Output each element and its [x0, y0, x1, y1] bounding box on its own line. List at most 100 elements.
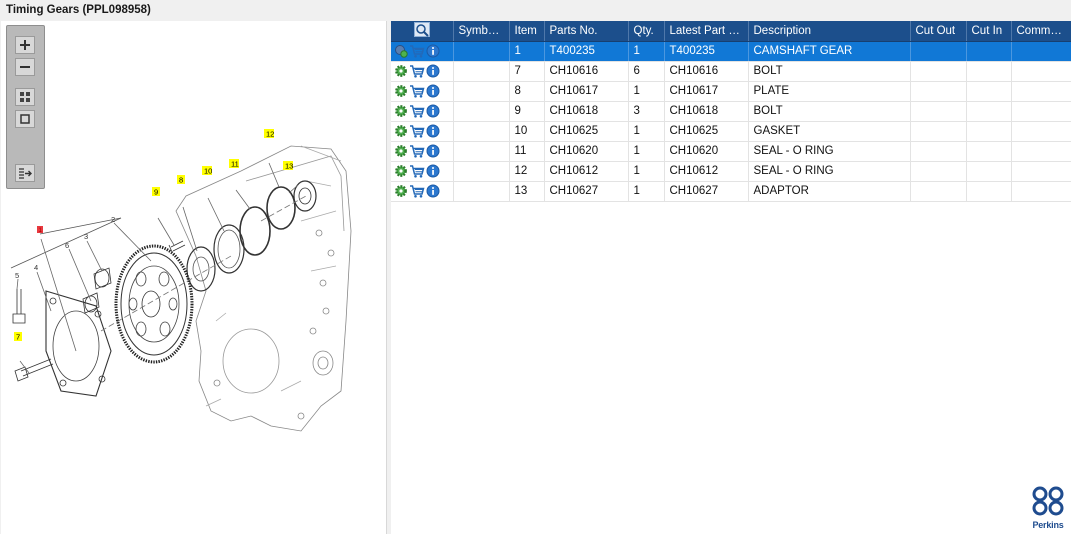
- gear-icon[interactable]: [394, 184, 408, 198]
- cell-parts-no[interactable]: CH10617: [544, 81, 629, 102]
- zoom-in-button[interactable]: [15, 36, 35, 54]
- cell-comment[interactable]: [1011, 41, 1071, 62]
- cell-cut-out[interactable]: [910, 181, 967, 202]
- cell-parts-no[interactable]: CH10616: [544, 61, 629, 82]
- gear-icon[interactable]: [394, 144, 408, 158]
- cell-symbol[interactable]: [453, 101, 510, 122]
- cell-qty[interactable]: 1: [628, 181, 665, 202]
- export-button[interactable]: [15, 164, 35, 182]
- shopping-cart-icon[interactable]: [409, 84, 425, 98]
- table-row[interactable]: 8 CH10617 1 CH10617 PLATE: [391, 81, 1071, 102]
- cell-parts-no[interactable]: CH10618: [544, 101, 629, 122]
- cell-qty[interactable]: 1: [628, 121, 665, 142]
- table-row[interactable]: 12 CH10612 1 CH10612 SEAL - O RING: [391, 161, 1071, 182]
- cell-comment[interactable]: [1011, 161, 1071, 182]
- column-symbol[interactable]: Symbol...: [453, 21, 510, 42]
- shopping-cart-icon[interactable]: [409, 144, 425, 158]
- shopping-cart-icon[interactable]: [409, 64, 425, 78]
- cell-latest-part-no[interactable]: CH10625: [664, 121, 749, 142]
- cell-symbol[interactable]: [453, 141, 510, 162]
- table-row[interactable]: 1 T400235 1 T400235 CAMSHAFT GEAR: [391, 41, 1071, 62]
- diagram-pane[interactable]: 12 11 13 10 8 9 7 1 2 3 6 4 5: [1, 21, 387, 534]
- column-cut-out[interactable]: Cut Out: [910, 21, 967, 42]
- cell-latest-part-no[interactable]: CH10627: [664, 181, 749, 202]
- cell-parts-no[interactable]: CH10620: [544, 141, 629, 162]
- cell-item[interactable]: 13: [509, 181, 545, 202]
- cell-latest-part-no[interactable]: CH10612: [664, 161, 749, 182]
- callout-7-label[interactable]: 7: [16, 333, 20, 342]
- shopping-cart-icon[interactable]: [409, 44, 425, 58]
- cell-symbol[interactable]: [453, 181, 510, 202]
- cell-description[interactable]: ADAPTOR: [748, 181, 911, 202]
- gear-icon[interactable]: [394, 104, 408, 118]
- info-icon[interactable]: [426, 144, 440, 158]
- shopping-cart-icon[interactable]: [409, 124, 425, 138]
- callout-10-label[interactable]: 10: [204, 167, 212, 176]
- cell-item[interactable]: 11: [509, 141, 545, 162]
- cell-description[interactable]: BOLT: [748, 101, 911, 122]
- column-item[interactable]: Item: [509, 21, 545, 42]
- callout-3-label[interactable]: 3: [84, 232, 88, 241]
- table-row[interactable]: 11 CH10620 1 CH10620 SEAL - O RING: [391, 141, 1071, 162]
- cell-latest-part-no[interactable]: CH10618: [664, 101, 749, 122]
- cell-latest-part-no[interactable]: CH10617: [664, 81, 749, 102]
- cell-item[interactable]: 12: [509, 161, 545, 182]
- column-comment[interactable]: Comment: [1011, 21, 1071, 42]
- cell-qty[interactable]: 3: [628, 101, 665, 122]
- info-icon[interactable]: [426, 44, 440, 58]
- cell-comment[interactable]: [1011, 61, 1071, 82]
- cell-comment[interactable]: [1011, 181, 1071, 202]
- callout-2-label[interactable]: 2: [111, 215, 115, 224]
- column-parts-no[interactable]: Parts No.: [544, 21, 629, 42]
- info-icon[interactable]: [426, 184, 440, 198]
- cell-latest-part-no[interactable]: T400235: [664, 41, 749, 62]
- info-icon[interactable]: [426, 124, 440, 138]
- callout-11-label[interactable]: 11: [231, 160, 239, 169]
- find-column-header[interactable]: [391, 21, 454, 42]
- cell-item[interactable]: 8: [509, 81, 545, 102]
- cell-description[interactable]: GASKET: [748, 121, 911, 142]
- cell-cut-in[interactable]: [966, 161, 1012, 182]
- cell-symbol[interactable]: [453, 41, 510, 62]
- cell-cut-in[interactable]: [966, 181, 1012, 202]
- cell-description[interactable]: PLATE: [748, 81, 911, 102]
- cell-item[interactable]: 7: [509, 61, 545, 82]
- info-icon[interactable]: [426, 104, 440, 118]
- callout-6-label[interactable]: 6: [65, 241, 69, 250]
- cell-cut-out[interactable]: [910, 101, 967, 122]
- gear-icon[interactable]: [394, 164, 408, 178]
- cell-cut-in[interactable]: [966, 81, 1012, 102]
- fit-all-button[interactable]: [15, 88, 35, 106]
- gear-icon[interactable]: [394, 64, 408, 78]
- cell-description[interactable]: SEAL - O RING: [748, 161, 911, 182]
- cell-comment[interactable]: [1011, 121, 1071, 142]
- cell-item[interactable]: 10: [509, 121, 545, 142]
- cell-parts-no[interactable]: CH10612: [544, 161, 629, 182]
- cell-qty[interactable]: 6: [628, 61, 665, 82]
- info-icon[interactable]: [426, 84, 440, 98]
- table-row[interactable]: 10 CH10625 1 CH10625 GASKET: [391, 121, 1071, 142]
- cell-latest-part-no[interactable]: CH10620: [664, 141, 749, 162]
- gear-icon[interactable]: [394, 124, 408, 138]
- cell-symbol[interactable]: [453, 161, 510, 182]
- column-cut-in[interactable]: Cut In: [966, 21, 1012, 42]
- cell-cut-out[interactable]: [910, 121, 967, 142]
- cell-cut-in[interactable]: [966, 41, 1012, 62]
- info-icon[interactable]: [426, 64, 440, 78]
- cell-description[interactable]: SEAL - O RING: [748, 141, 911, 162]
- shopping-cart-icon[interactable]: [409, 184, 425, 198]
- cell-cut-out[interactable]: [910, 141, 967, 162]
- cell-symbol[interactable]: [453, 61, 510, 82]
- column-description[interactable]: Description: [748, 21, 911, 42]
- table-row[interactable]: 7 CH10616 6 CH10616 BOLT: [391, 61, 1071, 82]
- cell-comment[interactable]: [1011, 141, 1071, 162]
- column-latest-part-no[interactable]: Latest Part No.: [664, 21, 749, 42]
- cell-comment[interactable]: [1011, 101, 1071, 122]
- cell-cut-out[interactable]: [910, 61, 967, 82]
- cell-cut-out[interactable]: [910, 161, 967, 182]
- cell-cut-in[interactable]: [966, 121, 1012, 142]
- cell-description[interactable]: CAMSHAFT GEAR: [748, 41, 911, 62]
- selected-part-icon[interactable]: [394, 44, 408, 58]
- cell-qty[interactable]: 1: [628, 41, 665, 62]
- cell-cut-in[interactable]: [966, 141, 1012, 162]
